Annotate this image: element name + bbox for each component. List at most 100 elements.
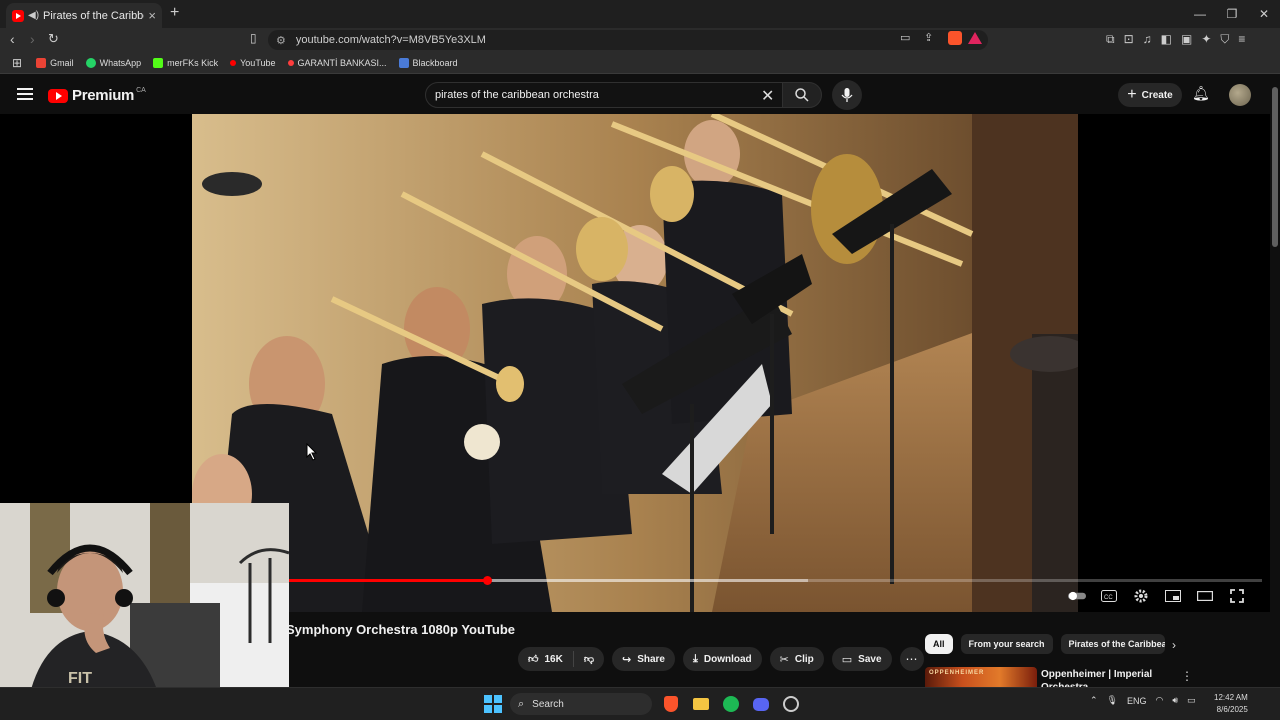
address-bar[interactable]: ⚙ youtube.com/watch?v=M8VB5Ye3XLM [268,30,988,50]
speaker-icon[interactable]: ◀) [28,10,39,21]
discord-icon[interactable] [750,693,772,715]
account-avatar[interactable] [1229,84,1251,106]
create-button[interactable]: + Create [1118,83,1182,107]
apps-grid-icon[interactable]: ⊞ [12,56,22,70]
more-actions-icon[interactable]: ⋯ [899,647,924,671]
back-button[interactable]: ‹ [10,31,15,47]
clear-search-icon[interactable]: ✕ [761,86,774,106]
forward-button[interactable]: › [30,31,35,47]
music-icon[interactable]: ♫ [1143,32,1152,47]
tab-search-icon[interactable]: ⊡ [1124,32,1134,47]
brave-rewards-icon[interactable] [968,32,982,44]
dislike-button[interactable]: 👎︎ [574,653,604,665]
orchestra-brass-section-image [192,114,1078,612]
recommendation-thumbnail[interactable]: OPPENHEIMER [925,667,1037,689]
like-button[interactable]: 👍︎ 16K [518,651,574,667]
captions-button[interactable]: CC [1100,588,1118,604]
wallet-icon[interactable]: ▣ [1181,32,1192,47]
clock-time: 12:42 AM [1214,693,1248,702]
like-dislike-group: 👍︎ 16K 👎︎ [518,647,604,671]
bookmark-whatsapp[interactable]: WhatsApp [85,57,141,68]
whatsapp-icon [85,57,96,68]
download-icon: ⤓ [692,652,698,665]
bookmark-plus-icon: ▭ [841,653,853,666]
chip-all[interactable]: All [925,634,953,654]
bookmark-kick[interactable]: merFKs Kick [153,57,218,68]
browser-toolbar: ‹ › ↻ ▯ ⚙ youtube.com/watch?v=M8VB5Ye3XL… [0,28,1280,52]
share-arrow-icon: ↪ [621,653,632,666]
voice-search-button[interactable] [832,80,862,110]
search-button[interactable] [782,82,822,108]
youtube-premium-logo[interactable]: Premium CA [48,87,146,104]
search-icon [795,88,809,102]
reload-button[interactable]: ↻ [48,31,59,47]
miniplayer-icon[interactable] [1164,588,1182,604]
menu-icon[interactable]: ≡ [1238,32,1245,47]
taskbar-search[interactable]: ⌕ Search [510,693,652,715]
bookmark-page-icon[interactable]: ▯ [250,31,257,45]
wifi-icon[interactable]: ◠ [1156,695,1164,706]
language-indicator[interactable]: ENG [1127,696,1147,706]
settings-gear-icon[interactable] [1132,588,1150,604]
bookmarks-bar: ⊞ Gmail WhatsApp merFKs Kick YouTube GAR… [0,52,1280,74]
bookmark-blackboard[interactable]: Blackboard [398,57,458,68]
windows-start-icon[interactable] [484,695,502,713]
tab-title: Pirates of the Caribbean Auc [43,9,144,22]
steam-icon[interactable] [780,693,802,715]
chip-pirates[interactable]: Pirates of the Caribbea [1060,634,1165,654]
clip-button[interactable]: ✂ Clip [769,647,824,671]
recommendation-menu-icon[interactable]: ⋮ [1181,669,1193,683]
chip-from-your-search[interactable]: From your search [960,634,1053,654]
taskbar-apps: ⌕ Search [484,693,802,715]
progress-scrubber-handle[interactable] [482,576,492,585]
tray-overflow-chevron-icon[interactable]: ⌃ [1090,695,1098,706]
menu-hamburger-icon[interactable] [17,88,33,100]
brave-shields-icon[interactable] [948,31,962,45]
theater-mode-icon[interactable] [1196,588,1214,604]
leo-ai-icon[interactable]: ✦ [1201,32,1211,47]
spotify-icon[interactable] [720,693,742,715]
fullscreen-icon[interactable] [1228,588,1246,604]
site-info-icon[interactable]: ⚙ [276,34,286,47]
battery-icon[interactable]: ▭ [1187,695,1196,706]
vpn-icon[interactable]: ⛉ [1220,32,1229,47]
file-explorer-icon[interactable] [690,693,712,715]
share-page-icon[interactable]: ⇪ [924,31,933,44]
share-button[interactable]: ↪ Share [611,647,675,671]
kick-icon [153,57,164,68]
close-window-button[interactable]: ✕ [1248,0,1280,28]
video-frame[interactable] [192,114,1078,612]
thumbs-down-icon: 👎︎ [583,654,594,665]
notifications-bell-icon[interactable]: 🔔︎ [1192,85,1210,102]
search-icon: ⌕ [518,697,525,710]
page-scrollbar[interactable] [1270,75,1280,687]
volume-icon[interactable]: 🔊︎ [1172,695,1178,706]
scrollbar-thumb[interactable] [1272,87,1278,247]
tray-microphone-icon[interactable]: 🎙︎ [1107,695,1118,706]
youtube-header: Premium CA pirates of the caribbean orch… [0,75,1280,115]
brave-browser-icon[interactable] [660,693,682,715]
url-text: youtube.com/watch?v=M8VB5Ye3XLM [295,34,486,46]
taskbar-clock[interactable]: 12:42 AM 8/6/2025 [1214,692,1248,716]
new-tab-button[interactable]: + [170,4,179,22]
autoplay-toggle[interactable] [1068,588,1086,604]
window-controls: — ❐ ✕ [1184,0,1280,28]
close-tab-icon[interactable]: × [148,8,156,23]
chips-next-chevron-icon[interactable]: › [1172,638,1176,652]
download-button[interactable]: ⤓ Download [682,647,762,671]
recommended-video[interactable]: OPPENHEIMER Oppenheimer | Imperial Orche… [925,667,1265,693]
extensions-icon[interactable]: ⧉ [1106,32,1115,47]
youtube-icon [230,59,237,66]
restore-button[interactable]: ❐ [1216,0,1248,28]
sidebar-icon[interactable]: ◧ [1161,32,1172,47]
minimize-button[interactable]: — [1184,0,1216,28]
save-button[interactable]: ▭ Save [831,647,892,671]
bookmark-gmail[interactable]: Gmail [36,57,74,68]
bookmark-youtube[interactable]: YouTube [230,58,276,68]
browser-tab[interactable]: ◀) Pirates of the Caribbean Auc × [6,3,162,28]
bookmark-garanti[interactable]: GARANTİ BANKASI... [287,58,387,68]
thumbs-up-icon: 👍︎ [528,654,539,665]
clock-date: 8/6/2025 [1216,705,1248,714]
cast-icon[interactable]: ▭ [900,31,910,44]
search-input[interactable]: pirates of the caribbean orchestra [425,82,785,108]
